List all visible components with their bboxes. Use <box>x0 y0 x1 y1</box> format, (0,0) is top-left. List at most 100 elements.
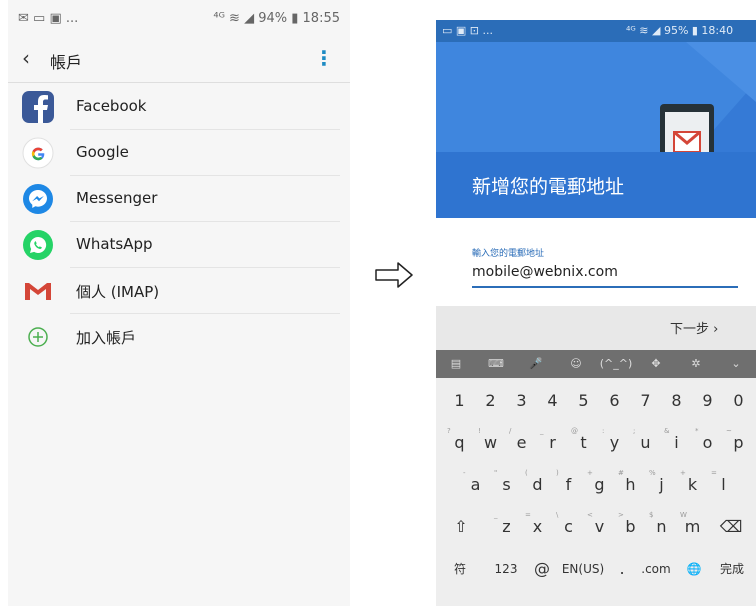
keyboard-icon[interactable]: ⌨ <box>476 350 516 378</box>
key-hint: = <box>711 469 717 477</box>
key-label: v <box>594 517 605 536</box>
key-i[interactable]: i & <box>661 426 692 460</box>
more-options-icon[interactable]: ⋮ <box>314 46 334 70</box>
next-button[interactable]: 下一步 › <box>670 318 718 337</box>
account-label: Google <box>76 143 129 161</box>
account-label: 個人 (IMAP) <box>76 283 160 301</box>
collapse-icon[interactable]: ⌄ <box>716 350 756 378</box>
key-label: i <box>674 433 679 452</box>
emoticon-icon[interactable]: (^_^) <box>596 350 636 378</box>
key-hint: ! <box>478 427 481 435</box>
backspace-key[interactable]: ⌫ <box>712 510 750 544</box>
key-0[interactable]: 0 <box>723 384 754 418</box>
key-5[interactable]: 5 <box>568 384 599 418</box>
key-p[interactable]: p ~ <box>723 426 754 460</box>
account-item-imap[interactable]: 個人 (IMAP) <box>8 268 350 314</box>
key-y[interactable]: y: <box>599 426 630 460</box>
period-key[interactable]: . <box>612 552 632 586</box>
key-g[interactable]: g + <box>584 468 615 502</box>
key-h[interactable]: h # <box>615 468 646 502</box>
key-3[interactable]: 3 <box>506 384 537 418</box>
next-bar: 下一步 › <box>436 306 756 350</box>
done-key[interactable]: 完成 <box>712 552 752 586</box>
key-label: d <box>532 475 543 494</box>
key-r[interactable]: r _ <box>537 426 568 460</box>
key-2[interactable]: 2 <box>475 384 506 418</box>
at-key[interactable]: @ <box>528 552 556 586</box>
cursor-move-icon[interactable]: ✥ <box>636 350 676 378</box>
email-form: 輸入您的電郵地址 mobile@webnix.com <box>436 218 756 306</box>
key-v[interactable]: v < <box>584 510 615 544</box>
key-6[interactable]: 6 <box>599 384 630 418</box>
key-label: ⌫ <box>719 517 743 536</box>
key-label: 2 <box>485 391 496 410</box>
numbers-key[interactable]: 123 <box>486 552 526 586</box>
key-s[interactable]: s " <box>491 468 522 502</box>
key-w[interactable]: w! <box>475 426 506 460</box>
status-bar: ✉ ▭ ▣ ... ⁴ᴳ ≋ ◢ 94% ▮ 18:55 <box>8 0 350 38</box>
key-label: g <box>594 475 605 494</box>
key-hint: * <box>695 427 699 435</box>
right-arrow-icon <box>375 262 413 288</box>
key-c[interactable]: c \ <box>553 510 584 544</box>
shift-key[interactable]: ⇧ <box>442 510 480 544</box>
key-4[interactable]: 4 <box>537 384 568 418</box>
key-z[interactable]: z _ <box>491 510 522 544</box>
whatsapp-icon <box>23 230 53 260</box>
space-key[interactable]: EN(US) <box>558 552 608 586</box>
key-f[interactable]: f) <box>553 468 584 502</box>
key-e[interactable]: e / <box>506 426 537 460</box>
settings-icon[interactable]: ✲ <box>676 350 716 378</box>
key-label: t <box>580 433 587 452</box>
back-icon[interactable]: ‹ <box>22 46 30 70</box>
key-q[interactable]: q? <box>444 426 475 460</box>
status-icons-left: ▭ ▣ ⊡ ... <box>442 24 493 37</box>
emoji-icon[interactable]: ☺ <box>556 350 596 378</box>
key-label: m <box>684 517 701 536</box>
key-label: s <box>502 475 511 494</box>
app-bar: ‹ 帳戶 ⋮ <box>8 38 350 83</box>
key-7[interactable]: 7 <box>630 384 661 418</box>
account-list: Facebook Google Messenger WhatsApp 個人 (I… <box>8 84 350 360</box>
key-x[interactable]: x = <box>522 510 553 544</box>
key-label: k <box>687 475 698 494</box>
account-label: WhatsApp <box>76 235 153 253</box>
key-9[interactable]: 9 <box>692 384 723 418</box>
globe-icon[interactable]: 🌐 <box>680 552 708 586</box>
add-account-button[interactable]: 加入帳戶 <box>8 314 350 360</box>
key-l[interactable]: l = <box>708 468 739 502</box>
account-item-google[interactable]: Google <box>8 130 350 176</box>
account-item-messenger[interactable]: Messenger <box>8 176 350 222</box>
key-j[interactable]: j% <box>646 468 677 502</box>
key-label: f <box>565 475 572 494</box>
key-m[interactable]: mW <box>677 510 708 544</box>
clipboard-icon[interactable]: ▤ <box>436 350 476 378</box>
key-label: e <box>516 433 527 452</box>
key-d[interactable]: d( <box>522 468 553 502</box>
key-hint: _ <box>540 427 544 435</box>
header-banner: 新增您的電郵地址 <box>436 42 756 218</box>
key-label: l <box>721 475 726 494</box>
key-1[interactable]: 1 <box>444 384 475 418</box>
google-icon <box>22 137 54 169</box>
key-label: j <box>659 475 664 494</box>
key-o[interactable]: o * <box>692 426 723 460</box>
symbols-key[interactable]: 符 <box>442 552 478 586</box>
key-n[interactable]: n $ <box>646 510 677 544</box>
key-a[interactable]: a- <box>460 468 491 502</box>
dotcom-key[interactable]: .com <box>634 552 678 586</box>
account-item-whatsapp[interactable]: WhatsApp <box>8 222 350 268</box>
email-field[interactable]: mobile@webnix.com <box>472 264 618 280</box>
key-u[interactable]: u; <box>630 426 661 460</box>
status-icons-left: ✉ ▭ ▣ ... <box>18 11 79 26</box>
account-item-facebook[interactable]: Facebook <box>8 84 350 130</box>
key-k[interactable]: k + <box>677 468 708 502</box>
right-phone-screen: ▭ ▣ ⊡ ... ⁴ᴳ ≋ ◢ 95% ▮ 18:40 新增您的電郵地址 輸入… <box>436 20 756 606</box>
page-heading: 新增您的電郵地址 <box>472 176 625 198</box>
microphone-icon[interactable]: 🎤 <box>516 350 556 378</box>
key-b[interactable]: b > <box>615 510 646 544</box>
key-label: 5 <box>578 391 589 410</box>
key-8[interactable]: 8 <box>661 384 692 418</box>
key-hint: @ <box>571 427 578 435</box>
key-t[interactable]: t @ <box>568 426 599 460</box>
